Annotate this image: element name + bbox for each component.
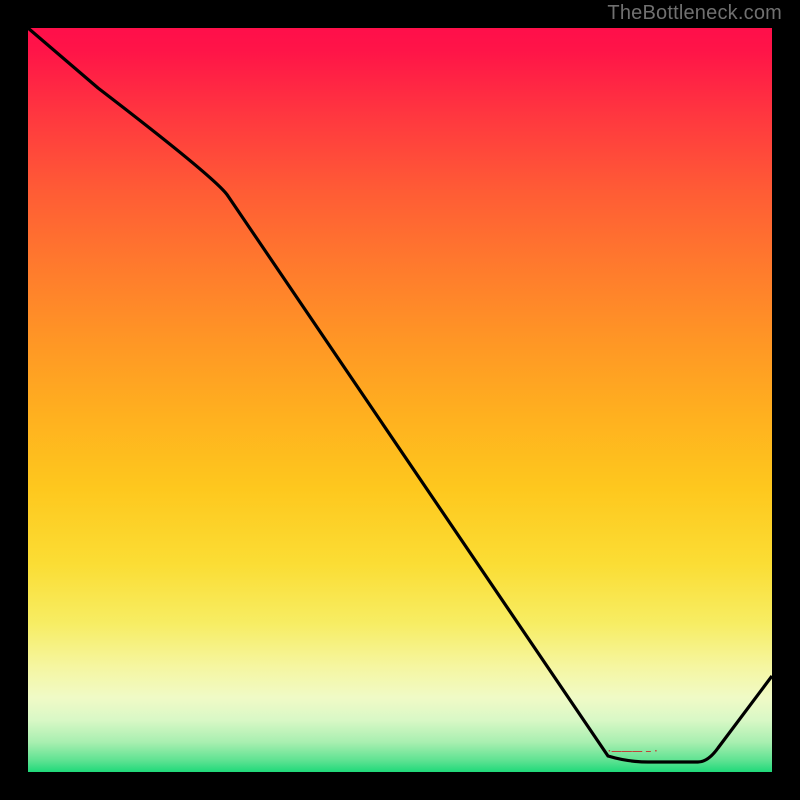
chart-container: TheBottleneck.com ·——— – · — [0, 0, 800, 800]
watermark-text: TheBottleneck.com — [607, 2, 782, 25]
plot-area: ·——— – · — [28, 28, 772, 772]
data-line — [28, 28, 772, 762]
trough-annotation: ·——— – · — [608, 746, 658, 757]
line-overlay — [28, 28, 772, 772]
